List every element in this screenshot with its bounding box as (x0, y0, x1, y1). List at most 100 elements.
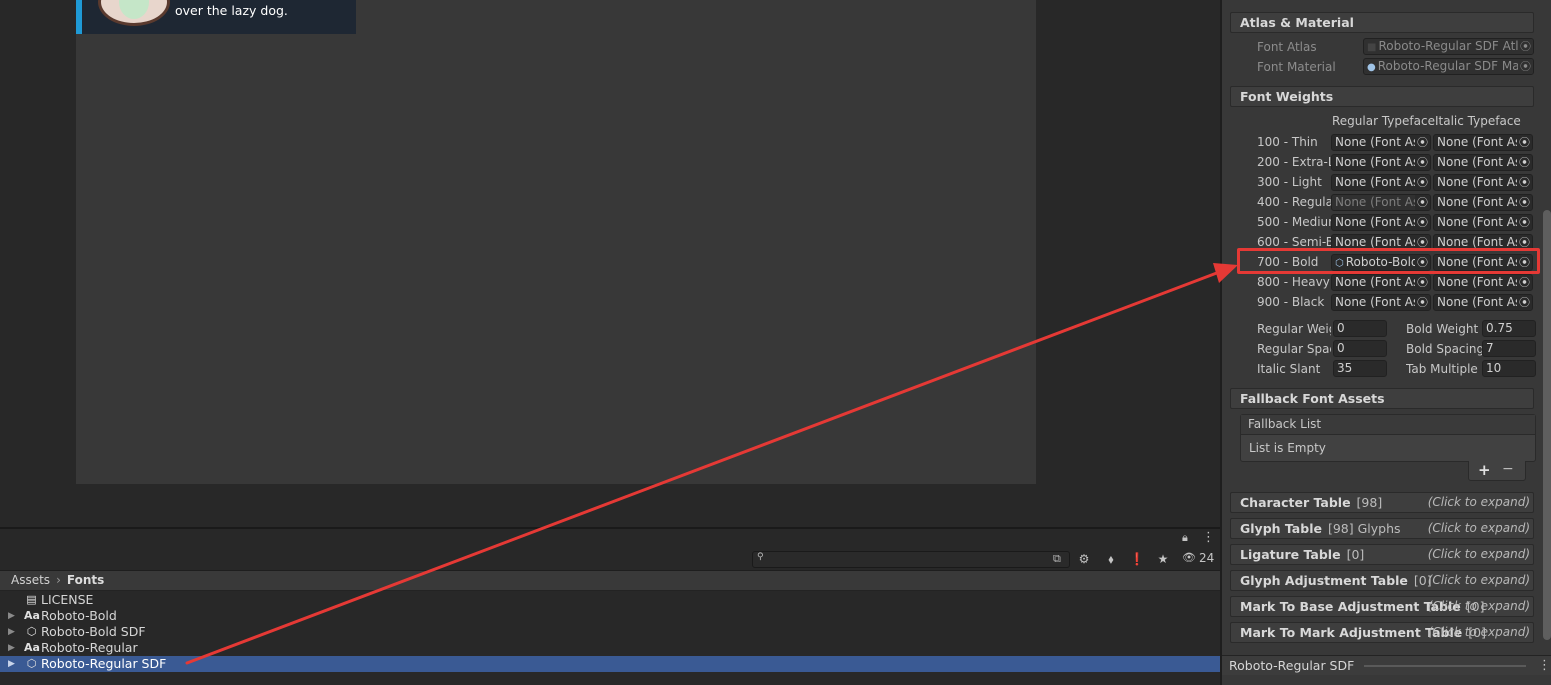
project-tabbar: 🔒︎ ⋮ (0, 529, 1220, 549)
object-picker-icon[interactable]: ⦿ (1517, 295, 1532, 310)
asset-label: Roboto-Regular SDF (41, 656, 167, 671)
more-menu-icon[interactable]: ⋮ (1202, 530, 1215, 545)
scene-view[interactable]: over the lazy dog. (0, 0, 1220, 527)
preview-footer[interactable]: Roboto-Regular SDF ⋮ (1222, 655, 1551, 675)
hidden-packages-icon[interactable]: 👁︎ (1182, 551, 1196, 564)
table-section-header[interactable]: Mark To Mark Adjustment Table [0] (Click t… (1230, 622, 1534, 643)
weight-label: 400 - Regular (1257, 195, 1331, 209)
project-panel: 🔒︎ ⋮ ⚲ ⧉ ⚙ ⬧ ❗ ★ 👁︎ 24 Assets › Fonts ▤ LI… (0, 527, 1220, 685)
asset-item-roboto-bold-sdf[interactable]: ▶ ⬡ Roboto-Bold SDF (0, 624, 1220, 640)
font-weights-header[interactable]: Font Weights (1230, 86, 1534, 107)
asset-label: Roboto-Bold SDF (41, 624, 146, 639)
regular-typeface-field[interactable]: None (Font Asset)⦿ (1331, 214, 1431, 231)
italic-typeface-field[interactable]: None (Font Asset)⦿ (1433, 194, 1533, 211)
add-button[interactable]: + (1478, 461, 1491, 479)
object-picker-icon[interactable]: ⦿ (1517, 155, 1532, 170)
section-count: [98] (1356, 495, 1383, 510)
object-picker-icon[interactable]: ⦿ (1415, 295, 1430, 310)
regular-weight-input[interactable]: 0 (1333, 320, 1387, 337)
filter-by-type-icon[interactable]: ⚙ (1074, 550, 1094, 569)
search-by-type-icon[interactable]: ⧉ (1053, 552, 1061, 566)
bold-spacing-label: Bold Spacing (1406, 342, 1482, 356)
scrollbar-thumb[interactable] (1543, 210, 1551, 640)
object-picker-icon[interactable]: ⦿ (1517, 215, 1532, 230)
asset-item-roboto-regular[interactable]: ▶ Aa Roboto-Regular (0, 640, 1220, 656)
object-picker-icon[interactable]: ⦿ (1415, 175, 1430, 190)
fold-arrow-icon[interactable]: ▶ (8, 640, 15, 656)
regular-typeface-field[interactable]: None (Font Asset)⦿ (1331, 294, 1431, 311)
filter-by-label-icon[interactable]: ⬧ (1101, 550, 1121, 569)
search-input[interactable]: ⚲ ⧉ (752, 551, 1070, 568)
fallback-list-empty: List is Empty (1249, 441, 1326, 455)
table-section-header[interactable]: Ligature Table [0] (Click to expand) (1230, 544, 1534, 565)
italic-typeface-field[interactable]: None (Font Asset)⦿ (1433, 174, 1533, 191)
italic-typeface-field[interactable]: None (Font Asset)⦿ (1433, 154, 1533, 171)
asset-item-roboto-bold[interactable]: ▶ Aa Roboto-Bold (0, 608, 1220, 624)
remove-button[interactable]: − (1502, 461, 1514, 477)
object-picker-icon[interactable]: ⦿ (1517, 195, 1532, 210)
section-title: Glyph Adjustment Table (1240, 573, 1408, 588)
italic-typeface-field[interactable]: None (Font Asset)⦿ (1433, 274, 1533, 291)
regular-typeface-field[interactable]: None (Font Asset)⦿ (1331, 274, 1431, 291)
fallback-font-assets-header[interactable]: Fallback Font Assets (1230, 388, 1534, 409)
bold-weight-label: Bold Weight (1406, 322, 1479, 336)
asset-item-roboto-regular-sdf[interactable]: ▶ ⬡ Roboto-Regular SDF (0, 656, 1220, 672)
expand-hint[interactable]: (Click to expand) (1428, 519, 1530, 538)
lock-icon[interactable]: 🔒︎ (1182, 531, 1188, 545)
weight-label: 600 - Semi-Bold (1257, 235, 1331, 249)
regular-typeface-field[interactable]: None (Font Asset)⦿ (1331, 174, 1431, 191)
tab-multiple-label: Tab Multiple (1406, 362, 1478, 376)
font-icon: Aa (24, 609, 40, 622)
font-asset-icon: ⬡ (26, 625, 37, 638)
footer-title: Roboto-Regular SDF (1229, 658, 1355, 673)
expand-hint[interactable]: (Click to expand) (1428, 597, 1530, 616)
asset-item-license[interactable]: ▤ LICENSE (0, 592, 1220, 608)
table-section-header[interactable]: Glyph Adjustment Table [0] (Click to expan… (1230, 570, 1534, 591)
table-section-header[interactable]: Glyph Table [98] Glyphs (Click to expand) (1230, 518, 1534, 539)
regular-typeface-field[interactable]: None (Font Asset)⦿ (1331, 134, 1431, 151)
fallback-list-buttons: + − (1468, 461, 1526, 481)
expand-hint[interactable]: (Click to expand) (1428, 545, 1530, 564)
fold-arrow-icon[interactable]: ▶ (8, 656, 15, 672)
table-section-header[interactable]: Mark To Base Adjustment Table [0] (Click t… (1230, 596, 1534, 617)
fold-arrow-icon[interactable]: ▶ (8, 608, 15, 624)
log-types-icon[interactable]: ❗ (1127, 550, 1147, 569)
object-picker-icon[interactable]: ⦿ (1517, 135, 1532, 150)
object-picker-icon: ⦿ (1518, 39, 1533, 54)
expand-hint[interactable]: (Click to expand) (1428, 493, 1530, 512)
table-section-header[interactable]: Character Table [98] (Click to expand) (1230, 492, 1534, 513)
expand-hint[interactable]: (Click to expand) (1428, 571, 1530, 590)
tab-multiple-input[interactable]: 10 (1482, 360, 1536, 377)
regular-spacing-input[interactable]: 0 (1333, 340, 1387, 357)
italic-typeface-field[interactable]: None (Font Asset)⦿ (1433, 294, 1533, 311)
italic-typeface-field[interactable]: None (Font Asset)⦿ (1433, 134, 1533, 151)
breadcrumb-current[interactable]: Fonts (67, 573, 104, 587)
fold-arrow-icon[interactable]: ▶ (8, 624, 15, 640)
bold-weight-input[interactable]: 0.75 (1482, 320, 1536, 337)
texture-icon: ■ (1367, 42, 1377, 53)
object-picker-icon[interactable]: ⦿ (1517, 275, 1532, 290)
regular-typeface-field[interactable]: None (Font Asset)⦿ (1331, 194, 1431, 211)
favorite-star-icon[interactable]: ★ (1153, 550, 1173, 569)
object-picker-icon[interactable]: ⦿ (1415, 195, 1430, 210)
object-picker-icon[interactable]: ⦿ (1415, 155, 1430, 170)
breadcrumb-root[interactable]: Assets (11, 573, 50, 587)
bold-spacing-input[interactable]: 7 (1482, 340, 1536, 357)
section-title: Character Table (1240, 495, 1351, 510)
object-picker-icon[interactable]: ⦿ (1415, 275, 1430, 290)
object-picker-icon[interactable]: ⦿ (1415, 215, 1430, 230)
expand-hint[interactable]: (Click to expand) (1428, 623, 1530, 642)
hidden-count: 24 (1199, 551, 1215, 565)
object-picker-icon[interactable]: ⦿ (1415, 135, 1430, 150)
more-menu-icon[interactable]: ⋮ (1538, 656, 1551, 675)
atlas-material-header[interactable]: Atlas & Material (1230, 12, 1534, 33)
section-title: Font Weights (1240, 89, 1334, 104)
font-asset-icon: ⬡ (26, 657, 37, 670)
font-atlas-value: Roboto-Regular SDF Atlas (1378, 39, 1533, 53)
regular-typeface-field[interactable]: None (Font Asset)⦿ (1331, 154, 1431, 171)
footer-divider (1364, 665, 1526, 667)
object-picker-icon[interactable]: ⦿ (1517, 175, 1532, 190)
italic-slant-input[interactable]: 35 (1333, 360, 1387, 377)
italic-typeface-field[interactable]: None (Font Asset)⦿ (1433, 214, 1533, 231)
inspector-scrollbar[interactable] (1541, 0, 1551, 655)
